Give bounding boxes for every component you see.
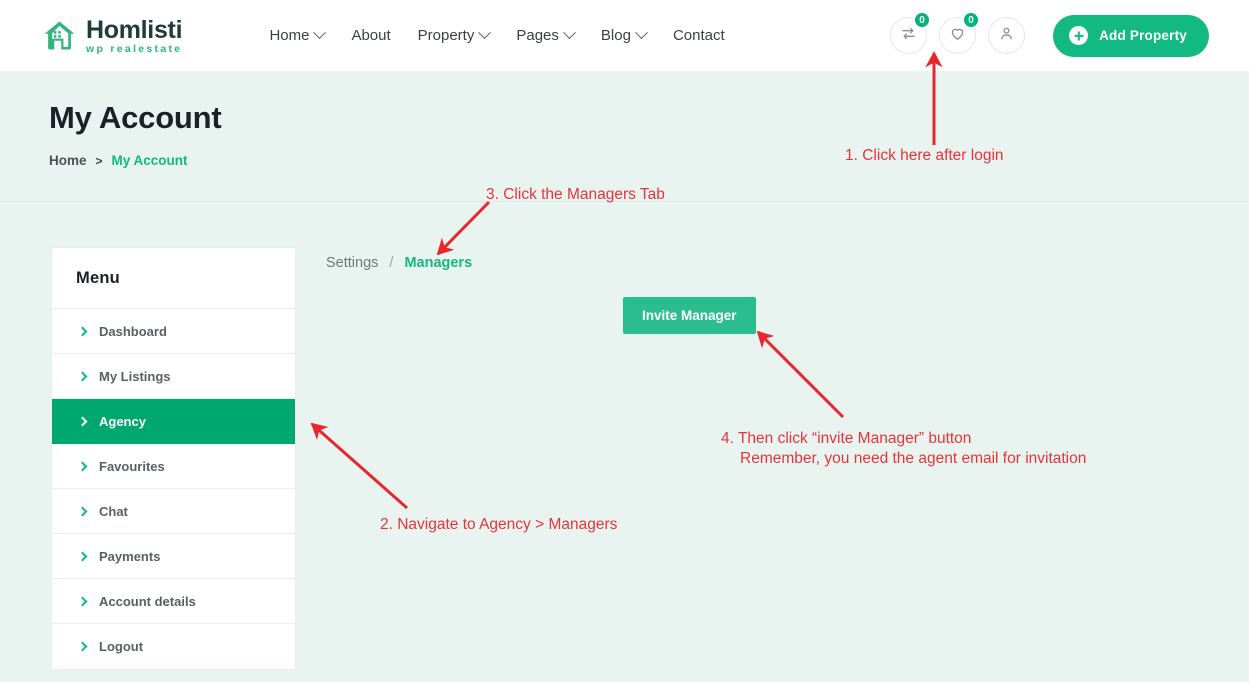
sidebar-item-agency[interactable]: Agency xyxy=(52,399,295,444)
page-content: Menu Dashboard My Listings Agency Favour… xyxy=(0,202,1249,670)
sidebar-item-favourites[interactable]: Favourites xyxy=(52,444,295,489)
compare-count-badge: 0 xyxy=(913,11,932,29)
account-sidebar: Menu Dashboard My Listings Agency Favour… xyxy=(51,247,296,670)
sidebar-heading: Menu xyxy=(52,248,295,309)
sidebar-item-label: Account details xyxy=(99,593,196,609)
breadcrumb-current: My Account xyxy=(111,153,188,168)
chevron-down-icon xyxy=(313,26,327,40)
nav-item-label: Property xyxy=(417,27,475,44)
breadcrumb-separator: > xyxy=(95,153,103,168)
sidebar-item-label: Agency xyxy=(99,413,146,429)
breadcrumb: Home > My Account xyxy=(49,153,1249,168)
nav-item-property[interactable]: Property xyxy=(417,26,492,44)
add-property-button[interactable]: Add Property xyxy=(1053,14,1209,57)
nav-item-contact[interactable]: Contact xyxy=(673,27,725,44)
nav-item-home[interactable]: Home xyxy=(269,26,327,44)
sidebar-item-payments[interactable]: Payments xyxy=(52,534,295,579)
nav-item-blog[interactable]: Blog xyxy=(600,26,648,44)
annotation-step-1: 1. Click here after login xyxy=(845,147,1004,164)
logo-subtitle: wp realestate xyxy=(86,42,183,55)
chevron-right-icon xyxy=(77,416,88,426)
sidebar-item-label: My Listings xyxy=(99,368,171,384)
tab-managers[interactable]: Managers xyxy=(404,255,472,271)
chevron-right-icon xyxy=(77,596,88,606)
sidebar-item-label: Payments xyxy=(99,548,161,564)
sidebar-item-label: Favourites xyxy=(99,458,165,474)
sidebar-item-label: Logout xyxy=(99,639,144,654)
user-icon xyxy=(998,25,1015,47)
compare-button[interactable]: 0 xyxy=(890,11,932,54)
wishlist-count-badge: 0 xyxy=(962,11,981,29)
page-title: My Account xyxy=(49,100,222,135)
annotation-step-3: 3. Click the Managers Tab xyxy=(486,186,665,203)
house-icon xyxy=(42,18,77,53)
invite-manager-button[interactable]: Invite Manager xyxy=(623,297,756,334)
account-button[interactable] xyxy=(988,17,1026,54)
nav-item-label: Contact xyxy=(672,27,725,44)
chevron-right-icon xyxy=(77,461,88,471)
sidebar-item-label: Chat xyxy=(99,503,128,519)
site-logo[interactable]: Homlisti wp realestate xyxy=(42,15,183,55)
main-navigation: Home About Property Pages Blog Contact xyxy=(269,26,725,44)
site-header: Homlisti wp realestate Home About Proper… xyxy=(0,0,1249,71)
agency-tabs: Settings / Managers xyxy=(326,255,1249,271)
nav-item-about[interactable]: About xyxy=(351,27,390,44)
sidebar-item-my-listings[interactable]: My Listings xyxy=(52,354,295,399)
nav-item-label: Blog xyxy=(600,27,631,44)
sidebar-item-chat[interactable]: Chat xyxy=(52,489,295,534)
sidebar-item-logout[interactable]: Logout xyxy=(52,624,295,669)
nav-item-label: Pages xyxy=(516,27,559,44)
chevron-right-icon xyxy=(77,371,88,381)
wishlist-button[interactable]: 0 xyxy=(939,11,981,54)
sidebar-item-account-details[interactable]: Account details xyxy=(52,579,295,624)
compare-arrows-icon xyxy=(900,25,917,47)
chevron-down-icon xyxy=(635,26,648,40)
chevron-right-icon xyxy=(77,326,88,336)
sidebar-item-label: Dashboard xyxy=(99,323,167,339)
chevron-right-icon xyxy=(77,641,88,652)
chevron-right-icon xyxy=(77,506,88,516)
heart-icon xyxy=(949,25,966,47)
breadcrumb-home[interactable]: Home xyxy=(49,153,87,168)
annotation-step-2: 2. Navigate to Agency > Managers xyxy=(380,516,618,533)
nav-item-label: Home xyxy=(269,27,310,44)
nav-item-label: About xyxy=(351,27,391,44)
sidebar-item-dashboard[interactable]: Dashboard xyxy=(52,309,295,354)
plus-circle-icon xyxy=(1069,26,1089,45)
page-header-band: My Account Home > My Account xyxy=(0,71,1249,202)
chevron-down-icon xyxy=(563,26,576,40)
tab-settings[interactable]: Settings xyxy=(326,255,378,271)
nav-item-pages[interactable]: Pages xyxy=(516,26,576,44)
logo-title: Homlisti xyxy=(86,15,183,44)
chevron-right-icon xyxy=(77,551,88,561)
chevron-down-icon xyxy=(478,26,492,40)
header-actions: 0 0 Add Property xyxy=(890,11,1209,57)
annotation-step-4-line-2: Remember, you need the agent email for i… xyxy=(740,450,1087,467)
tab-separator: / xyxy=(389,255,394,271)
add-property-label: Add Property xyxy=(1099,28,1187,43)
